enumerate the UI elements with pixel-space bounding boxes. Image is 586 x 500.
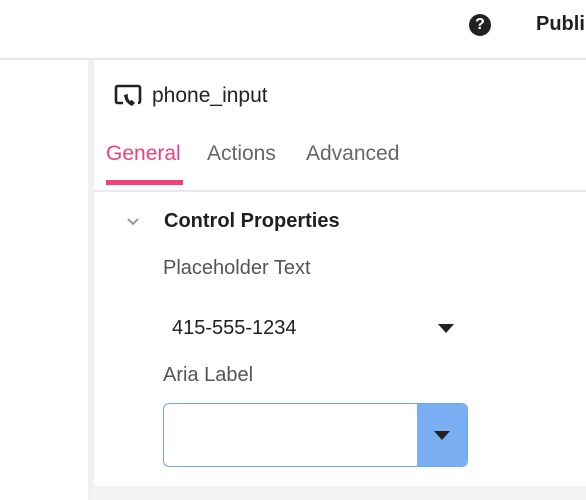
placeholder-text-value: 415-555-1234 <box>172 316 297 339</box>
tab-advanced[interactable]: Advanced <box>306 142 399 166</box>
component-header: phone_input <box>114 82 268 110</box>
aria-label-dropdown-button[interactable] <box>417 404 467 466</box>
aria-label-select <box>163 403 468 467</box>
active-tab-indicator <box>106 180 183 185</box>
left-gutter <box>0 60 88 500</box>
aria-label-input[interactable] <box>164 404 418 466</box>
placeholder-text-label: Placeholder Text <box>163 257 311 279</box>
top-bar: ? Publi <box>0 0 586 60</box>
component-name: phone_input <box>152 84 268 107</box>
caret-down-icon <box>434 431 450 440</box>
aria-label-label: Aria Label <box>163 364 254 386</box>
tab-actions[interactable]: Actions <box>207 142 276 166</box>
help-icon[interactable]: ? <box>469 14 491 36</box>
section-header-control-properties[interactable]: Control Properties <box>126 210 340 233</box>
properties-panel: phone_input General Actions Advanced Con… <box>88 60 586 500</box>
publish-button[interactable]: Publi <box>536 13 585 36</box>
section-title: Control Properties <box>164 210 340 232</box>
phone-frame-icon <box>114 84 142 108</box>
caret-down-icon <box>438 324 454 333</box>
placeholder-text-select[interactable]: 415-555-1234 <box>164 306 464 350</box>
tab-general[interactable]: General <box>106 142 181 166</box>
tab-bar: General Actions Advanced <box>94 138 586 192</box>
section-divider <box>94 486 586 500</box>
chevron-down-icon[interactable] <box>126 215 140 229</box>
